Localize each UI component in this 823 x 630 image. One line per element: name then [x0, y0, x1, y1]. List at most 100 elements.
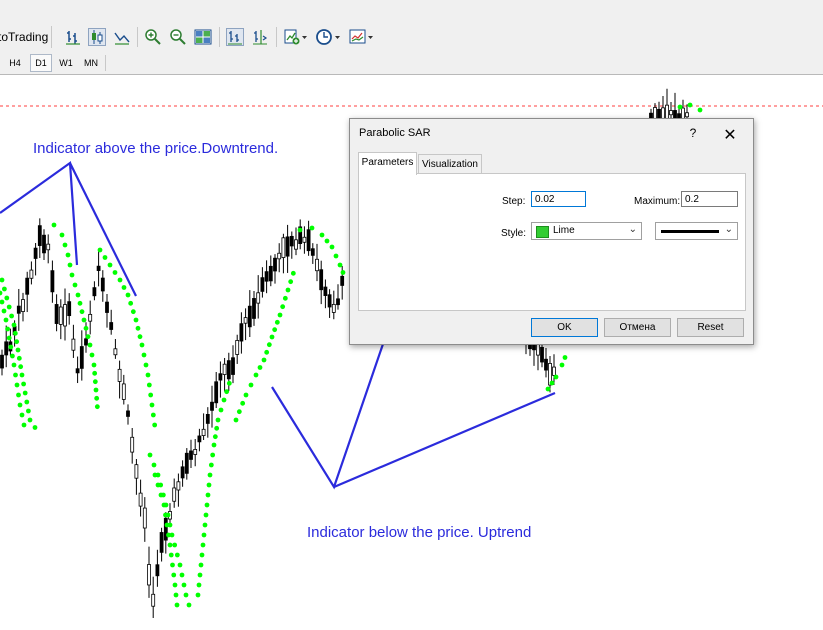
- sar-dot: [186, 602, 192, 608]
- bar-chart-icon[interactable]: [64, 28, 82, 46]
- sar-dot: [9, 313, 15, 319]
- sar-dot: [200, 542, 206, 548]
- sar-dot: [266, 342, 272, 348]
- autoscroll-icon[interactable]: [226, 28, 244, 46]
- sar-dot: [201, 532, 207, 538]
- candle-body: [327, 294, 332, 308]
- sar-dot: [166, 532, 171, 538]
- sar-dot: [77, 300, 83, 306]
- candle-body: [294, 239, 298, 250]
- color-swatch: [536, 226, 549, 238]
- sar-dot: [14, 382, 20, 388]
- sar-dot: [198, 562, 204, 568]
- line-style-select[interactable]: ⌄: [655, 222, 738, 240]
- indicators-icon[interactable]: [283, 28, 309, 46]
- menu-bar: [0, 0, 823, 22]
- candle-body: [336, 298, 340, 306]
- candle-body: [226, 360, 231, 380]
- sar-dot: [2, 286, 7, 292]
- candle-body: [33, 247, 38, 259]
- sar-dot: [236, 409, 242, 415]
- sar-dot: [32, 425, 38, 430]
- reset-button[interactable]: Reset: [677, 318, 744, 337]
- style-label: Style:: [501, 228, 527, 239]
- timeframe-d1-button[interactable]: D1: [30, 54, 52, 72]
- color-select-value: Lime: [553, 225, 575, 236]
- sar-dot: [280, 304, 286, 310]
- sar-dot: [1, 308, 7, 314]
- sar-dot: [150, 412, 156, 418]
- sar-dot: [107, 262, 113, 268]
- sar-dot: [204, 502, 210, 508]
- zoom-out-icon[interactable]: [169, 28, 187, 46]
- tile-windows-icon[interactable]: [194, 28, 212, 46]
- close-icon[interactable]: ✕: [722, 125, 738, 145]
- candle-body: [75, 368, 80, 374]
- line-chart-icon[interactable]: [113, 28, 131, 46]
- sar-dot: [89, 352, 95, 358]
- sar-dot: [257, 365, 263, 370]
- sar-dot: [17, 402, 23, 408]
- uptrend-pointer-line: [333, 391, 556, 489]
- zoom-in-icon[interactable]: [144, 28, 162, 46]
- timeframe-w1-button[interactable]: W1: [56, 55, 76, 71]
- candle-body: [544, 358, 548, 371]
- timeframe-separator: [105, 55, 106, 71]
- sar-dot: [11, 322, 17, 328]
- candle-body: [243, 317, 248, 324]
- sar-dot: [94, 404, 100, 410]
- candle-body: [176, 481, 181, 491]
- sar-dot: [233, 417, 239, 423]
- parabolic-sar-dialog: Parabolic SAR ? ✕ Parameters Visualizati…: [349, 118, 754, 345]
- sar-dot: [174, 552, 180, 558]
- timeframe-h4-button[interactable]: H4: [5, 55, 25, 71]
- sar-dot: [545, 386, 551, 392]
- help-button[interactable]: ?: [686, 126, 700, 140]
- candle-body: [210, 401, 214, 411]
- sar-dot: [83, 325, 89, 331]
- candle-body: [235, 340, 240, 355]
- candle-body: [0, 354, 4, 369]
- candle-body: [25, 277, 30, 295]
- sar-dot: [65, 252, 71, 258]
- ok-button[interactable]: OK: [531, 318, 598, 337]
- tab-parameters[interactable]: Parameters: [358, 152, 417, 175]
- sar-dot: [27, 417, 33, 423]
- candle-body: [92, 287, 97, 297]
- sar-dot: [183, 592, 189, 598]
- sar-dot: [340, 270, 346, 275]
- step-input[interactable]: 0.02: [531, 191, 586, 207]
- autotrading-button[interactable]: toTrading: [0, 26, 53, 48]
- step-label: Step:: [502, 196, 526, 207]
- sar-dot: [319, 232, 325, 238]
- maximum-input[interactable]: 0.2: [681, 191, 738, 207]
- timeframe-mn-button[interactable]: MN: [81, 55, 101, 71]
- periods-icon[interactable]: [316, 28, 342, 46]
- sar-dot: [139, 342, 145, 348]
- sar-dot: [196, 582, 202, 588]
- sar-dot: [559, 362, 565, 368]
- sar-dot: [210, 452, 216, 458]
- candle-body: [264, 271, 269, 282]
- sar-dot: [137, 334, 143, 340]
- sar-dot: [172, 542, 178, 548]
- candle-body: [189, 450, 193, 460]
- candle-body: [289, 235, 294, 247]
- candlestick-icon[interactable]: [88, 28, 106, 46]
- tab-visualization[interactable]: Visualization: [418, 154, 482, 174]
- sar-dot: [207, 472, 213, 478]
- chart-shift-icon[interactable]: [251, 28, 269, 46]
- sar-dot: [12, 330, 18, 336]
- toolbar: toTrading: [0, 22, 823, 53]
- color-select[interactable]: Lime ⌄: [531, 222, 642, 240]
- candle-body: [100, 277, 105, 292]
- candle-body: [155, 564, 160, 577]
- sar-dot: [112, 270, 118, 275]
- candle-body: [205, 414, 210, 424]
- sar-dot: [148, 392, 154, 398]
- sar-dot: [214, 425, 220, 431]
- cancel-button[interactable]: Отмена: [604, 318, 671, 337]
- candle-body: [197, 435, 202, 443]
- candle-body: [201, 428, 206, 436]
- templates-icon[interactable]: [349, 28, 375, 46]
